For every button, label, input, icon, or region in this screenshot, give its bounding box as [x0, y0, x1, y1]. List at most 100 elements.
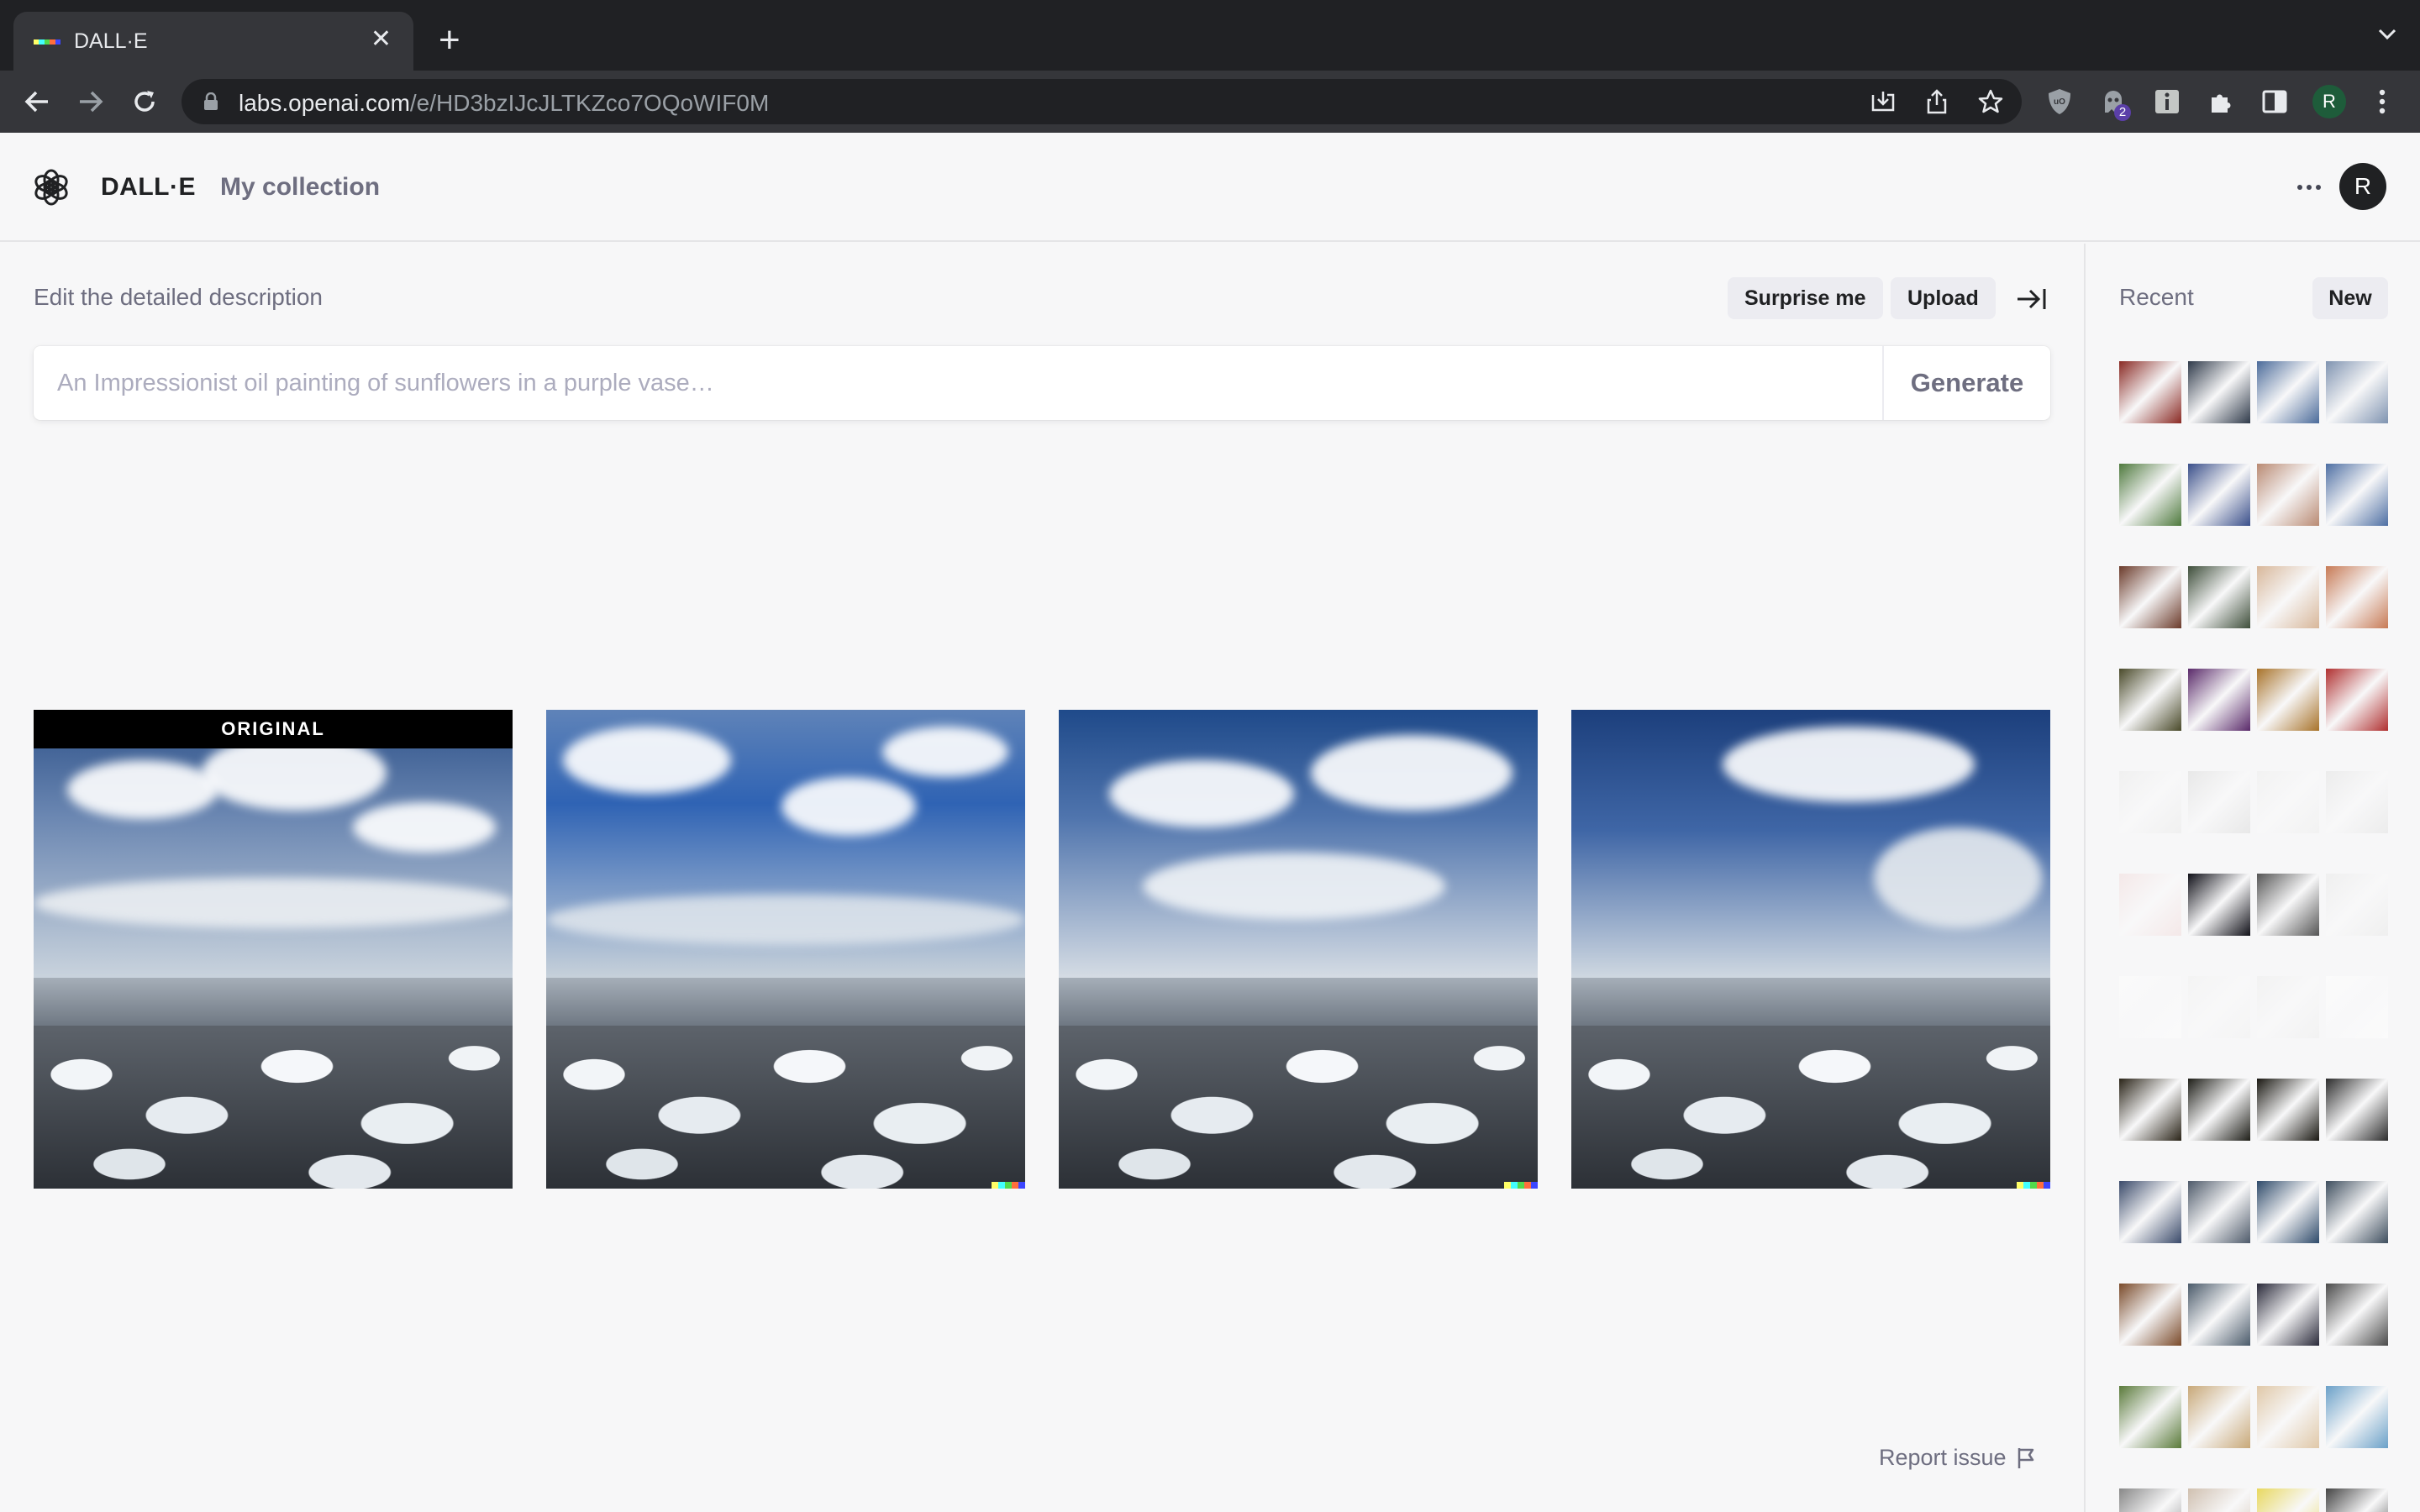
recent-thumbnail[interactable] [2326, 669, 2388, 731]
recent-thumbnail[interactable] [2119, 1079, 2181, 1141]
prompt-input[interactable] [57, 346, 1864, 420]
recent-thumbnail[interactable] [2188, 464, 2250, 526]
recent-thumbnail[interactable] [2188, 1488, 2250, 1512]
recent-thumbnail[interactable] [2188, 1079, 2250, 1141]
tab-close-icon[interactable]: ✕ [371, 27, 392, 52]
url-text[interactable]: labs.openai.com/e/HD3bzIJcJLTKZco7OQoWIF… [239, 90, 769, 117]
new-tab-button[interactable]: + [439, 22, 460, 59]
reload-icon[interactable] [128, 85, 161, 118]
report-issue-link[interactable]: Report issue [1879, 1445, 2035, 1471]
recent-thumbnail[interactable] [2119, 1488, 2181, 1512]
lock-icon[interactable] [203, 92, 218, 111]
recent-thumbnail[interactable] [2257, 1079, 2319, 1141]
recent-thumbnail[interactable] [2326, 1488, 2388, 1512]
recent-thumbnail[interactable] [2188, 566, 2250, 628]
recent-thumbnail[interactable] [2326, 1181, 2388, 1243]
edit-description-label: Edit the detailed description [34, 284, 323, 310]
recent-thumbnail[interactable] [2119, 566, 2181, 628]
recent-label: Recent [2119, 284, 2194, 310]
recent-thumbnail[interactable] [2119, 464, 2181, 526]
info-extension-icon[interactable] [2153, 87, 2181, 116]
address-bar[interactable]: labs.openai.com/e/HD3bzIJcJLTKZco7OQoWIF… [182, 79, 2022, 124]
image-sky [1059, 710, 1538, 979]
image-sea [1571, 978, 2050, 1026]
recent-thumbnail[interactable] [2119, 361, 2181, 423]
ublock-shield-icon[interactable]: uO [2045, 87, 2074, 116]
recent-thumbnail[interactable] [2119, 771, 2181, 833]
recent-thumbnail[interactable] [2326, 566, 2388, 628]
variation-image[interactable] [1059, 710, 1538, 1189]
recent-thumbnail[interactable] [2257, 669, 2319, 731]
recent-thumbnail[interactable] [2326, 976, 2388, 1038]
recent-thumbnail[interactable] [2188, 361, 2250, 423]
new-button[interactable]: New [2312, 277, 2388, 319]
recent-thumbnail[interactable] [2257, 874, 2319, 936]
recent-sidebar: Recent New [2084, 244, 2420, 1512]
recent-thumbnail[interactable] [2188, 1284, 2250, 1346]
browser-profile-avatar[interactable]: R [2312, 85, 2346, 118]
dalle-favicon-icon [34, 39, 61, 45]
recent-thumbnail[interactable] [2257, 464, 2319, 526]
back-arrow-icon[interactable] [20, 85, 54, 118]
recent-thumbnail[interactable] [2326, 464, 2388, 526]
recent-thumbnail[interactable] [2326, 1079, 2388, 1141]
browser-toolbar: labs.openai.com/e/HD3bzIJcJLTKZco7OQoWIF… [0, 71, 2420, 133]
collapse-sidebar-icon[interactable] [2015, 286, 2049, 312]
recent-thumbnail[interactable] [2188, 874, 2250, 936]
recent-thumbnail[interactable] [2326, 1386, 2388, 1448]
recent-thumbnail[interactable] [2188, 1386, 2250, 1448]
share-icon[interactable] [1924, 89, 1949, 114]
tab-search-chevron-icon[interactable] [2378, 29, 2396, 40]
flag-icon [2018, 1447, 2033, 1468]
side-panel-icon[interactable] [2260, 87, 2289, 116]
original-label: ORIGINAL [34, 710, 513, 748]
browser-tab[interactable]: DALL·E ✕ [13, 12, 413, 71]
user-avatar[interactable]: R [2339, 163, 2386, 210]
browser-tab-bar: DALL·E ✕ + [0, 0, 2420, 71]
image-ice [546, 1026, 1025, 1189]
brand-name[interactable]: DALL·E [101, 173, 196, 202]
extension-badge-count: 2 [2114, 104, 2131, 121]
ghost-extension-icon[interactable]: 2 [2099, 87, 2131, 121]
recent-thumbnail[interactable] [2326, 361, 2388, 423]
bookmark-star-icon[interactable] [1978, 89, 2003, 114]
recent-thumbnail[interactable] [2257, 1284, 2319, 1346]
extensions-puzzle-icon[interactable] [2207, 87, 2235, 116]
surprise-me-button[interactable]: Surprise me [1728, 277, 1883, 319]
recent-thumbnail[interactable] [2119, 976, 2181, 1038]
recent-thumbnail[interactable] [2119, 874, 2181, 936]
forward-arrow-icon[interactable] [74, 85, 108, 118]
my-collection-link[interactable]: My collection [220, 173, 380, 202]
recent-thumbnail[interactable] [2257, 1181, 2319, 1243]
recent-thumbnail[interactable] [2257, 361, 2319, 423]
recent-thumbnail[interactable] [2188, 771, 2250, 833]
recent-thumbnail[interactable] [2326, 771, 2388, 833]
recent-thumbnail[interactable] [2119, 1181, 2181, 1243]
recent-thumbnail[interactable] [2257, 1386, 2319, 1448]
recent-thumbnail[interactable] [2119, 669, 2181, 731]
recent-thumbnail[interactable] [2257, 771, 2319, 833]
openai-logo-icon[interactable] [32, 168, 71, 207]
original-image[interactable]: ORIGINAL [34, 710, 513, 1189]
app-header: DALL·E My collection R [0, 133, 2420, 242]
recent-thumbnail[interactable] [2326, 874, 2388, 936]
recent-thumbnail[interactable] [2119, 1284, 2181, 1346]
recent-thumbnail[interactable] [2257, 976, 2319, 1038]
browser-menu-kebab-icon[interactable] [2368, 87, 2396, 116]
recent-thumbnail[interactable] [2119, 1386, 2181, 1448]
svg-text:uO: uO [2054, 97, 2065, 107]
generate-button[interactable]: Generate [1882, 346, 2050, 420]
recent-thumbnail[interactable] [2257, 566, 2319, 628]
image-sky [34, 710, 513, 979]
recent-thumbnail[interactable] [2257, 1488, 2319, 1512]
install-app-icon[interactable] [1870, 89, 1896, 114]
recent-thumbnail[interactable] [2326, 1284, 2388, 1346]
recent-thumbnail[interactable] [2188, 1181, 2250, 1243]
upload-button[interactable]: Upload [1891, 277, 1996, 319]
image-ice [1059, 1026, 1538, 1189]
variation-image[interactable] [1571, 710, 2050, 1189]
recent-thumbnail[interactable] [2188, 669, 2250, 731]
recent-thumbnail[interactable] [2188, 976, 2250, 1038]
variation-image[interactable] [546, 710, 1025, 1189]
more-options-icon[interactable] [2292, 175, 2326, 200]
